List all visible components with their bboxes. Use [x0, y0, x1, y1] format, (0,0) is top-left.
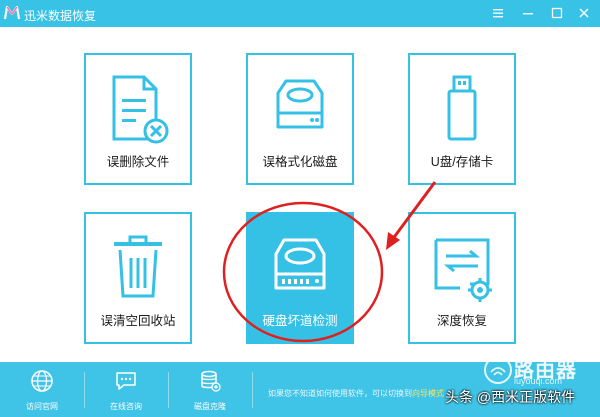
tile-label: 深度恢复 — [436, 314, 487, 328]
database-icon — [201, 370, 221, 392]
close-icon[interactable] — [576, 5, 592, 21]
maximize-icon[interactable] — [549, 5, 565, 21]
mode-hint-text: 如果您不知道如何使用软件，可以切换到 — [268, 389, 412, 398]
tile-label: 硬盘坏道检测 — [262, 314, 338, 328]
deleted-file-icon — [112, 75, 169, 144]
hard-disk-icon — [276, 79, 324, 129]
watermark-url: luyouqi.com — [514, 376, 563, 386]
app-title: 迅米数据恢复 — [24, 9, 97, 23]
chat-icon — [116, 372, 136, 390]
annotation-arrow-head — [386, 232, 400, 250]
disk-clone-button[interactable]: 磁盘克隆 — [170, 362, 250, 417]
tile-disk-bad-sector-check[interactable]: 硬盘坏道检测 — [246, 212, 354, 344]
credit-watermark: 头条 @西米正版软件 — [445, 389, 576, 405]
tile-label: U盘/存储卡 — [430, 155, 494, 169]
bottom-item-label: 在线咨询 — [110, 402, 142, 411]
app-logo-icon — [4, 5, 20, 20]
bottom-item-label: 磁盘克隆 — [194, 402, 226, 411]
globe-icon — [31, 370, 53, 392]
tile-label: 误删除文件 — [106, 155, 170, 169]
tile-label: 误格式化磁盘 — [262, 155, 338, 169]
recycle-bin-icon — [114, 235, 162, 298]
disk-scan-icon — [274, 238, 326, 290]
divider — [84, 372, 85, 408]
tile-recycle-bin[interactable]: 误清空回收站 — [84, 212, 192, 344]
tile-deep-recovery[interactable]: 深度恢复 — [408, 212, 516, 344]
title-bar: 迅米数据恢复 — [0, 0, 600, 27]
divider — [168, 372, 169, 408]
online-consult-button[interactable]: 在线咨询 — [86, 362, 166, 417]
tile-deleted-files[interactable]: 误删除文件 — [84, 53, 192, 185]
visit-website-button[interactable]: 访问官网 — [2, 362, 82, 417]
bottom-item-label: 访问官网 — [26, 402, 58, 411]
tile-formatted-disk[interactable]: 误格式化磁盘 — [246, 53, 354, 185]
usb-drive-icon — [447, 75, 477, 141]
mode-hint: 如果您不知道如何使用软件，可以切换到向导模式 — [268, 388, 444, 399]
tile-usb-drive[interactable]: U盘/存储卡 — [408, 53, 516, 185]
deep-recovery-icon — [434, 238, 492, 302]
wizard-mode-link[interactable]: 向导模式 — [412, 389, 444, 398]
tile-label: 误清空回收站 — [100, 314, 176, 328]
minimize-icon[interactable] — [520, 5, 536, 21]
divider — [252, 372, 253, 408]
menu-icon[interactable] — [490, 5, 506, 21]
